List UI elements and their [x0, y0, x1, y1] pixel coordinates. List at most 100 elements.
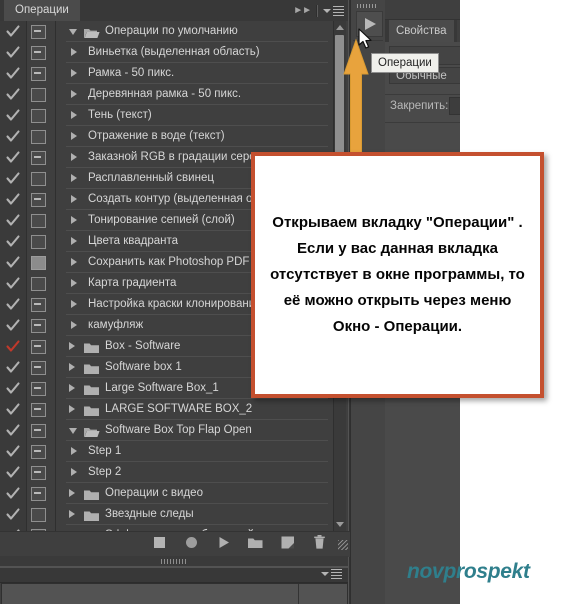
checkmark-icon[interactable]: [6, 25, 20, 38]
chevron-down-icon[interactable]: [69, 29, 77, 35]
play-button[interactable]: [216, 536, 231, 552]
toggle-dialog-icon[interactable]: [31, 109, 46, 123]
chevron-right-icon[interactable]: [71, 111, 77, 119]
secondary-panel-menu-icon[interactable]: [321, 569, 342, 579]
checkmark-icon[interactable]: [6, 403, 20, 416]
chevron-right-icon[interactable]: [69, 405, 75, 413]
action-row[interactable]: Рамка - 50 пикс.: [0, 63, 334, 84]
chevron-right-icon[interactable]: [71, 468, 77, 476]
toggle-dialog-icon[interactable]: [31, 235, 46, 249]
toggle-dialog-icon[interactable]: [31, 46, 46, 60]
action-row[interactable]: Деревянная рамка - 50 пикс.: [0, 84, 334, 105]
action-row[interactable]: Step 2: [0, 462, 334, 483]
action-row[interactable]: Звездные следы: [0, 504, 334, 525]
chevron-right-icon[interactable]: [71, 48, 77, 56]
chevron-right-icon[interactable]: [71, 300, 77, 308]
toggle-dialog-icon[interactable]: [31, 319, 46, 333]
checkmark-icon[interactable]: [6, 88, 20, 101]
toggle-dialog-icon[interactable]: [31, 88, 46, 102]
toggle-dialog-icon[interactable]: [31, 25, 46, 39]
toggle-dialog-icon[interactable]: [31, 172, 46, 186]
toggle-dialog-icon[interactable]: [31, 466, 46, 480]
checkmark-icon[interactable]: [6, 445, 20, 458]
chevron-right-icon[interactable]: [71, 153, 77, 161]
chevron-right-icon[interactable]: [71, 69, 77, 77]
panel-menu-icon[interactable]: [323, 5, 344, 16]
new-set-button[interactable]: [248, 537, 263, 552]
tab-properties[interactable]: Свойства: [389, 20, 454, 42]
chevron-right-icon[interactable]: [71, 447, 77, 455]
action-row[interactable]: Тень (текст): [0, 105, 334, 126]
checkmark-icon[interactable]: [6, 130, 20, 143]
chevron-right-icon[interactable]: [69, 363, 75, 371]
checkmark-icon[interactable]: [6, 172, 20, 185]
toggle-dialog-icon[interactable]: [31, 508, 46, 522]
chevron-right-icon[interactable]: [71, 195, 77, 203]
toggle-dialog-icon[interactable]: [31, 214, 46, 228]
checkmark-icon[interactable]: [6, 319, 20, 332]
toggle-dialog-icon[interactable]: [31, 151, 46, 165]
toggle-dialog-icon[interactable]: [31, 130, 46, 144]
checkmark-icon[interactable]: [6, 487, 20, 500]
toggle-dialog-icon[interactable]: [31, 487, 46, 501]
tab-actions[interactable]: Операции: [4, 0, 80, 21]
chevron-right-icon[interactable]: [71, 174, 77, 182]
checkmark-icon[interactable]: [6, 214, 20, 227]
chevron-right-icon[interactable]: [71, 237, 77, 245]
action-row[interactable]: Операции с видео: [0, 483, 334, 504]
action-row[interactable]: Отражение в воде (текст): [0, 126, 334, 147]
checkmark-icon[interactable]: [6, 235, 20, 248]
checkmark-icon[interactable]: [6, 298, 20, 311]
checkmark-icon[interactable]: [6, 193, 20, 206]
action-row[interactable]: Виньетка (выделенная область): [0, 42, 334, 63]
action-row[interactable]: LARGE SOFTWARE BOX_2: [0, 399, 334, 420]
checkmark-icon[interactable]: [6, 382, 20, 395]
toggle-dialog-icon[interactable]: [31, 193, 46, 207]
chevron-right-icon[interactable]: [71, 216, 77, 224]
toggle-dialog-icon[interactable]: [31, 361, 46, 375]
checkmark-icon[interactable]: [6, 466, 20, 479]
checkmark-icon[interactable]: [6, 256, 20, 269]
delete-button[interactable]: [312, 535, 327, 552]
footer-resize-grip[interactable]: [338, 539, 348, 550]
checkmark-icon[interactable]: [6, 151, 20, 164]
chevron-right-icon[interactable]: [69, 489, 75, 497]
action-row[interactable]: Операции по умолчанию: [0, 21, 334, 42]
chevron-right-icon[interactable]: [69, 510, 75, 518]
dock-grip-icon[interactable]: [357, 4, 377, 8]
chevron-right-icon[interactable]: [71, 321, 77, 329]
panel-resize-grip[interactable]: [0, 556, 348, 566]
record-button[interactable]: [184, 536, 199, 552]
checkmark-icon[interactable]: [6, 508, 20, 521]
checkmark-icon[interactable]: [6, 46, 20, 59]
scroll-up-arrow-icon[interactable]: [336, 25, 344, 30]
chevron-right-icon[interactable]: [71, 132, 77, 140]
chevron-right-icon[interactable]: [71, 258, 77, 266]
toggle-dialog-icon[interactable]: [31, 67, 46, 81]
toggle-dialog-icon[interactable]: [31, 256, 46, 270]
toggle-dialog-icon[interactable]: [31, 277, 46, 291]
scroll-down-arrow-icon[interactable]: [336, 522, 344, 527]
toggle-dialog-icon[interactable]: [31, 298, 46, 312]
toggle-dialog-icon[interactable]: [31, 445, 46, 459]
chevron-right-icon[interactable]: [69, 384, 75, 392]
checkmark-icon[interactable]: [6, 424, 20, 437]
toggle-dialog-icon[interactable]: [31, 403, 46, 417]
checkmark-icon[interactable]: [6, 109, 20, 122]
collapse-double-arrow-icon[interactable]: ►►: [293, 5, 312, 16]
action-row[interactable]: Step 1: [0, 441, 334, 462]
new-action-button[interactable]: [280, 536, 295, 552]
chevron-right-icon[interactable]: [71, 90, 77, 98]
chevron-right-icon[interactable]: [69, 342, 75, 350]
checkmark-red-icon[interactable]: [6, 340, 20, 353]
checkmark-icon[interactable]: [6, 361, 20, 374]
checkmark-icon[interactable]: [6, 67, 20, 80]
checkmark-icon[interactable]: [6, 277, 20, 290]
action-row[interactable]: Software Box Top Flap Open: [0, 420, 334, 441]
stop-button[interactable]: [152, 536, 167, 552]
chevron-down-icon[interactable]: [69, 428, 77, 434]
toggle-dialog-icon[interactable]: [31, 382, 46, 396]
toggle-dialog-icon[interactable]: [31, 424, 46, 438]
toggle-dialog-icon[interactable]: [31, 340, 46, 354]
chevron-right-icon[interactable]: [71, 279, 77, 287]
